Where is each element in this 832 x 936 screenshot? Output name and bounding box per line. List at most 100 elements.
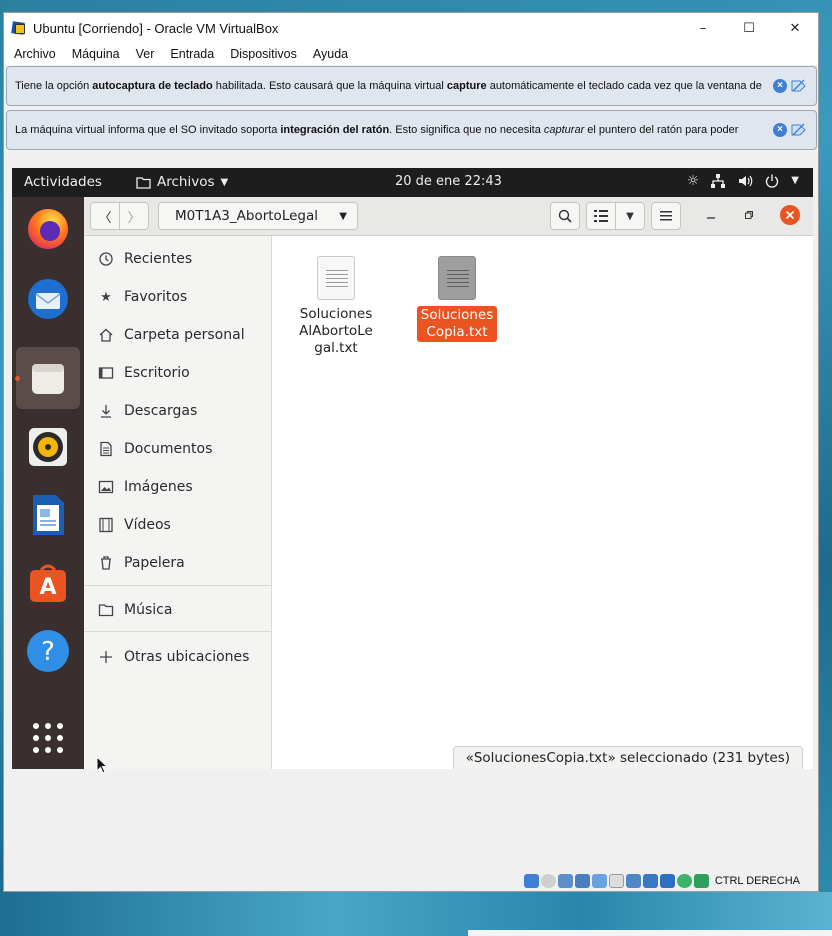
sidebar-item-favoritos[interactable]: ★ Favoritos	[84, 280, 272, 314]
minimize-button[interactable]: –	[680, 13, 726, 43]
minimize-button[interactable]	[706, 209, 716, 219]
text-file-icon	[438, 256, 476, 300]
sidebar-item-label: Escritorio	[124, 365, 190, 381]
notice-hide-icon[interactable]	[791, 79, 806, 93]
view-options-button[interactable]: ▼	[615, 202, 645, 230]
star-icon: ★	[100, 289, 112, 305]
display-icon[interactable]	[625, 874, 641, 888]
list-view-icon	[594, 210, 608, 222]
hard-disk-icon[interactable]	[523, 874, 539, 888]
libreoffice-writer-icon[interactable]	[26, 493, 70, 537]
file-name: Soluciones AlAbortoLe gal.txt	[299, 306, 373, 356]
sidebar-item-label: Otras ubicaciones	[124, 649, 250, 665]
selection-status: «SolucionesCopia.txt» seleccionado (231 …	[452, 746, 803, 769]
close-button[interactable]: ✕	[772, 13, 818, 43]
menu-archivo[interactable]: Archivo	[8, 47, 62, 61]
search-button[interactable]	[550, 202, 580, 230]
view-list-button[interactable]	[586, 202, 616, 230]
activities-button[interactable]: Actividades	[24, 174, 102, 190]
sidebar-item-carpeta-personal[interactable]: Carpeta personal	[84, 318, 272, 352]
search-icon	[558, 209, 572, 223]
sidebar-item-musica[interactable]: Música	[84, 593, 272, 627]
sidebar-item-imagenes[interactable]: Imágenes	[84, 470, 272, 504]
sidebar-item-recientes[interactable]: Recientes	[84, 242, 272, 276]
notice-text: Tiene la opción autocaptura de teclado h…	[15, 80, 762, 92]
file-view[interactable]: Soluciones AlAbortoLe gal.txt Soluciones…	[273, 236, 813, 769]
chevron-down-icon: ▼	[339, 210, 347, 222]
sidebar-divider	[84, 631, 272, 632]
home-icon	[99, 328, 113, 342]
sidebar-item-papelera[interactable]: Papelera	[84, 546, 272, 580]
sidebar-item-label: Imágenes	[124, 479, 193, 495]
software-icon[interactable]: A	[26, 561, 70, 605]
back-button[interactable]: 〈	[90, 202, 120, 230]
sidebar-item-descargas[interactable]: Descargas	[84, 394, 272, 428]
folder-icon	[136, 176, 151, 189]
system-tray[interactable]: ☼ ▼	[687, 173, 799, 189]
file-item-selected[interactable]: Soluciones Copia.txt	[417, 256, 497, 342]
sidebar-divider	[84, 585, 272, 586]
recording-icon[interactable]	[642, 874, 658, 888]
restore-button[interactable]	[744, 209, 754, 219]
svg-text:A: A	[39, 575, 56, 600]
menu-button[interactable]	[651, 202, 681, 230]
close-window-button[interactable]	[780, 205, 800, 225]
app-menu-label: Archivos	[157, 174, 215, 190]
chevron-down-icon: ▼	[220, 176, 229, 188]
files-icon[interactable]	[26, 356, 70, 400]
maximize-button[interactable]: ☐	[726, 13, 772, 43]
running-indicator	[15, 376, 20, 381]
cpu-icon[interactable]	[659, 874, 675, 888]
optical-drive-icon[interactable]	[540, 874, 556, 888]
document-icon	[100, 441, 112, 457]
app-grid-icon[interactable]	[26, 716, 70, 760]
network-icon	[711, 174, 726, 188]
help-icon[interactable]: ?	[26, 629, 70, 673]
folder-icon	[98, 604, 114, 617]
menu-dispositivos[interactable]: Dispositivos	[224, 47, 303, 61]
minimize-icon	[707, 217, 715, 219]
sidebar-item-otras-ubicaciones[interactable]: Otras ubicaciones	[84, 640, 272, 674]
clock[interactable]: 20 de ene 22:43	[395, 174, 502, 189]
shared-folders-icon[interactable]	[608, 874, 624, 888]
virtualbox-logo-icon	[11, 20, 27, 36]
app-menu[interactable]: Archivos ▼	[136, 174, 228, 190]
svg-text:?: ?	[41, 637, 55, 667]
mouse-integration-icon[interactable]	[693, 874, 709, 888]
title-bar[interactable]: Ubuntu [Corriendo] - Oracle VM VirtualBo…	[4, 13, 818, 43]
thunderbird-icon[interactable]	[26, 277, 70, 321]
notice-hide-icon[interactable]	[791, 123, 806, 137]
notice-close-icon[interactable]: ×	[773, 123, 787, 137]
menu-ver[interactable]: Ver	[130, 47, 161, 61]
guest-additions-icon[interactable]	[676, 874, 692, 888]
dock: A ?	[12, 197, 84, 769]
hamburger-icon	[660, 211, 672, 221]
audio-icon[interactable]	[557, 874, 573, 888]
notice-close-icon[interactable]: ×	[773, 79, 787, 93]
usb-icon[interactable]	[591, 874, 607, 888]
path-label: M0T1A3_AbortoLegal	[175, 208, 318, 224]
sidebar-item-escritorio[interactable]: Escritorio	[84, 356, 272, 390]
nautilus-header-bar: 〈 〉 M0T1A3_AbortoLegal ▼ ▼	[84, 197, 813, 236]
sidebar-item-documentos[interactable]: Documentos	[84, 432, 272, 466]
menu-maquina[interactable]: Máquina	[66, 47, 126, 61]
chevron-down-icon: ▼	[791, 175, 799, 186]
file-item[interactable]: Soluciones AlAbortoLe gal.txt	[296, 256, 376, 357]
gnome-top-bar: Actividades Archivos ▼ 20 de ene 22:43 ☼…	[12, 168, 813, 197]
guest-screen[interactable]: Actividades Archivos ▼ 20 de ene 22:43 ☼…	[12, 168, 813, 774]
virtualbox-status-bar: CTRL DERECHA	[4, 871, 818, 891]
forward-button[interactable]: 〉	[119, 202, 149, 230]
menu-ayuda[interactable]: Ayuda	[307, 47, 354, 61]
file-name: Soluciones Copia.txt	[417, 306, 497, 342]
menu-entrada[interactable]: Entrada	[164, 47, 220, 61]
sidebar-item-label: Vídeos	[124, 517, 171, 533]
download-icon	[101, 405, 111, 418]
sidebar-item-label: Papelera	[124, 555, 185, 571]
firefox-icon[interactable]	[26, 207, 70, 251]
network-adapter-icon[interactable]	[574, 874, 590, 888]
mouse-pointer-icon	[96, 756, 109, 774]
rhythmbox-icon[interactable]	[26, 425, 70, 469]
sidebar-item-videos[interactable]: Vídeos	[84, 508, 272, 542]
host-key-label: CTRL DERECHA	[714, 875, 800, 887]
path-bar[interactable]: M0T1A3_AbortoLegal ▼	[158, 202, 358, 230]
